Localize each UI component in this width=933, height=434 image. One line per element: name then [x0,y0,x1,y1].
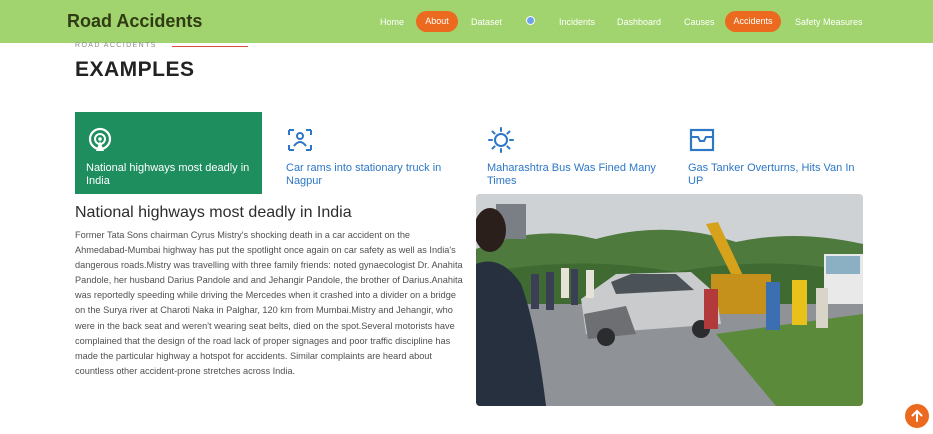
accident-photo [476,194,863,406]
people-icon [288,129,312,151]
article-title: National highways most deadly in India [75,204,352,221]
tab-maharashtra-bus[interactable]: Maharashtra Bus Was Fined Many Times [476,112,663,194]
box-icon [689,128,715,152]
navbar: Road Accidents Home About Dataset Incide… [0,0,933,43]
nav-item-home[interactable]: Home [380,14,404,30]
nav-item-incidents[interactable]: Incidents [559,14,595,30]
section-title: EXAMPLES [75,58,195,81]
article-body: Former Tata Sons chairman Cyrus Mistry's… [75,230,463,376]
nav-item-safety-measures[interactable]: Safety Measures [795,14,863,30]
signal-icon [88,127,112,151]
eyebrow-divider [172,46,248,47]
arrow-up-icon [911,409,923,422]
tab-label: Gas Tanker Overturns, Hits Van In UP [688,162,855,187]
nav-item-about[interactable]: About [416,11,458,32]
theme-toggle-icon[interactable] [526,16,535,25]
nav-item-accidents[interactable]: Accidents [725,11,781,32]
tab-national-highways[interactable]: National highways most deadly in India [75,112,262,194]
nav-item-dashboard[interactable]: Dashboard [617,14,661,30]
sun-icon [488,127,514,153]
back-to-top-button[interactable] [905,404,929,428]
nav-item-causes[interactable]: Causes [684,14,715,30]
section-eyebrow: ROAD ACCIDENTS [75,42,157,49]
tab-label: Car rams into stationary truck in Nagpur [286,162,442,187]
tab-label: Maharashtra Bus Was Fined Many Times [487,162,656,187]
tab-gas-tanker[interactable]: Gas Tanker Overturns, Hits Van In UP [677,112,864,194]
nav-item-dataset[interactable]: Dataset [471,14,502,30]
brand-title[interactable]: Road Accidents [67,11,202,32]
tab-car-rams-truck[interactable]: Car rams into stationary truck in Nagpur [275,112,462,194]
tab-label: National highways most deadly in India [86,162,250,187]
